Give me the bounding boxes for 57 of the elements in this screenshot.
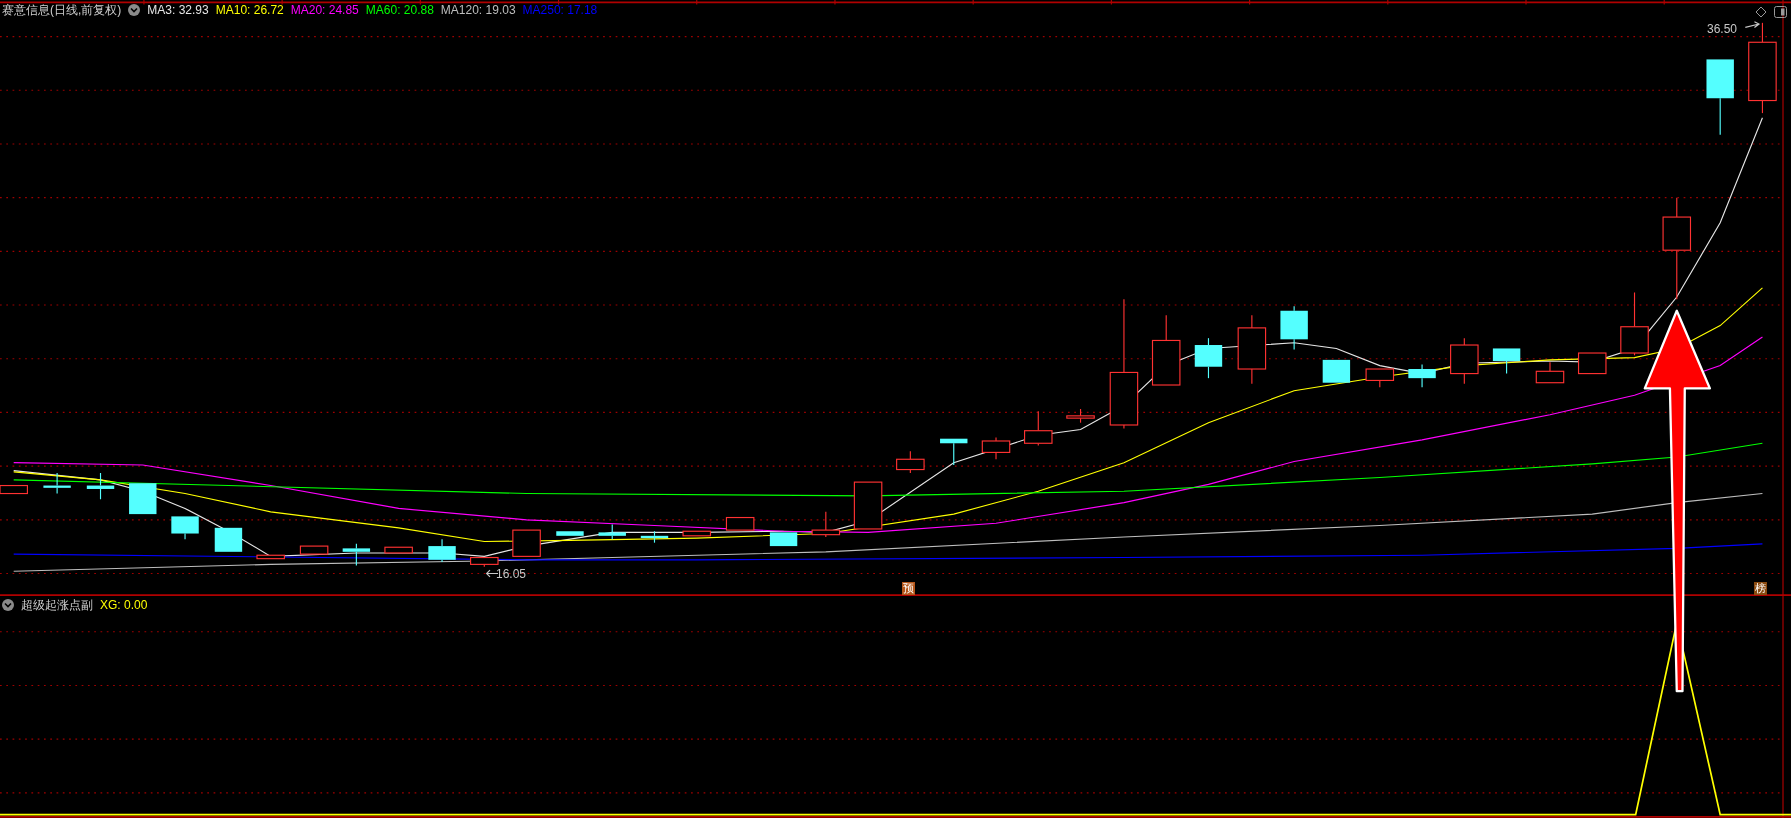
candlestick [725,516,755,531]
candlestick [1365,368,1395,388]
candlestick [682,530,712,537]
candlestick [940,438,968,466]
candlestick [512,529,541,557]
leader-line [485,569,499,578]
window-icon[interactable] [1774,6,1787,18]
candlestick [342,543,371,567]
candlestick [1066,408,1095,424]
candlestick [640,530,669,544]
candlestick [1450,337,1479,385]
candlestick [384,546,413,554]
indicator-value: MA120: 19.03 [440,2,516,18]
candlestick [1194,337,1223,379]
candlestick [129,482,157,515]
candlestick [853,481,883,530]
signal-marker: 榜 [1754,582,1767,595]
candlestick [1408,363,1436,388]
signal-marker: 预 [902,582,915,595]
candlestick [299,545,329,555]
candlestick [43,472,71,495]
candlestick [1492,347,1521,375]
candlestick [769,531,798,547]
candlestick [1322,359,1351,384]
candlestick [214,527,243,553]
dropdown-icon[interactable] [128,4,141,16]
candlestick [1535,361,1565,384]
candlestick [428,538,456,563]
candlestick [811,511,841,538]
diamond-icon[interactable] [1755,6,1767,18]
high-price-label: 36.50 [1707,22,1738,36]
candlestick [1280,305,1308,351]
candlestick [470,556,499,568]
candlestick [1024,410,1053,447]
candlestick [1620,291,1649,356]
indicator-value: MA60: 20.88 [365,2,434,18]
indicator-value: MA3: 32.93 [147,2,209,18]
indicator-value: MA20: 24.85 [290,2,359,18]
candlestick [981,437,1011,460]
candlestick [1578,352,1607,375]
candlestick [86,472,115,500]
candlestick [556,530,584,537]
candlestick [1237,314,1267,385]
indicator-title: 超级起涨点副 [21,597,93,613]
dropdown-icon[interactable] [2,599,14,611]
up-arrow-icon [1643,309,1712,693]
candlestick [171,515,199,540]
leader-line [1744,21,1761,28]
chart-title: 赛意信息(日线,前复权) [2,2,122,18]
indicator-value: XG: 0.00 [100,597,148,613]
candlestick [256,554,285,560]
candlestick [1151,314,1181,386]
candlestick [598,523,626,540]
candlestick [896,450,925,474]
low-price-label: 16.05 [496,567,527,581]
indicator-value: MA10: 26.72 [215,2,284,18]
indicator-value: MA250: 17.18 [522,2,598,18]
